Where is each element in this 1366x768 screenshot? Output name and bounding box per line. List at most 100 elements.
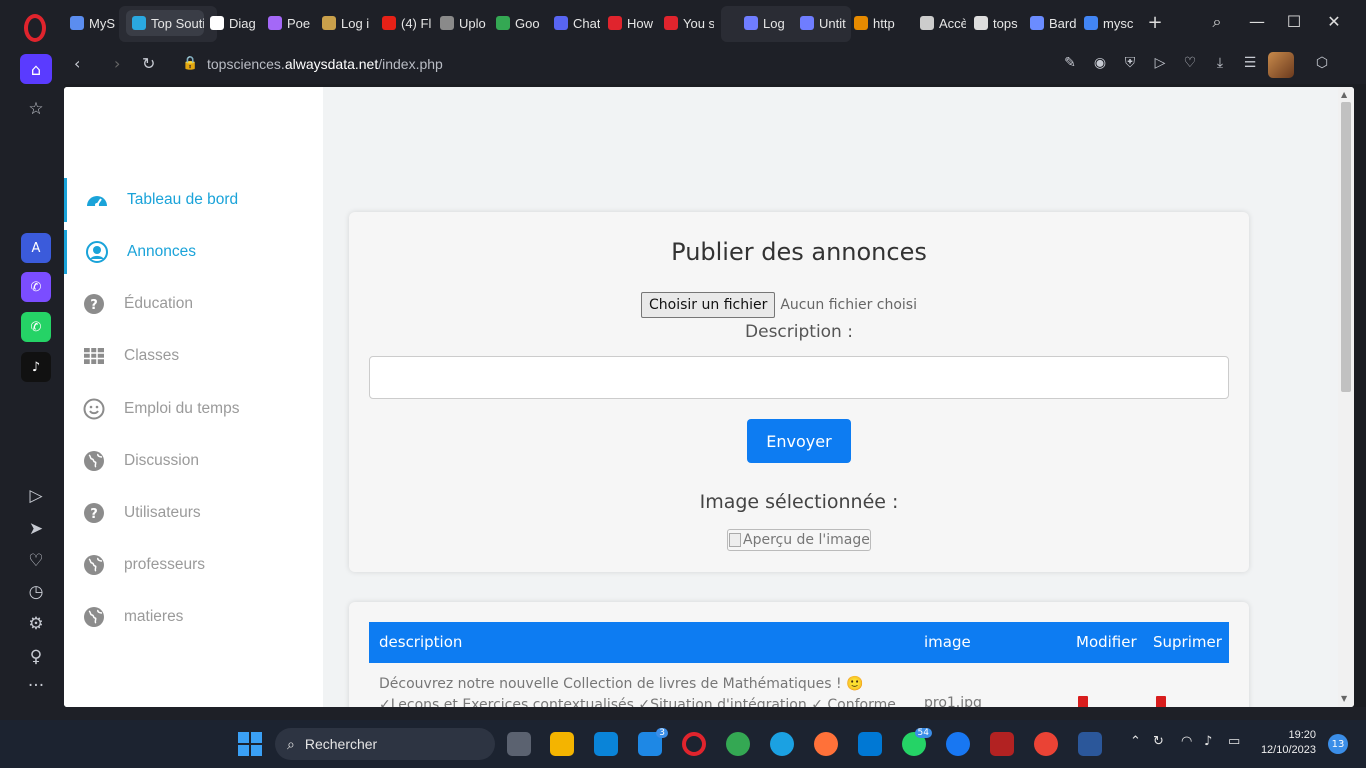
- store-icon[interactable]: [594, 732, 618, 756]
- edge-icon[interactable]: [770, 732, 794, 756]
- browser-tab[interactable]: Untit: [800, 10, 848, 36]
- history-icon[interactable]: ◷: [20, 578, 52, 606]
- tab-label: Log i: [341, 15, 370, 31]
- home-icon[interactable]: ⌂: [20, 54, 52, 84]
- messenger-icon[interactable]: ✆: [21, 272, 51, 302]
- sidebar-item[interactable]: ? Utilisateurs: [64, 491, 323, 535]
- chevron-up-icon[interactable]: ⌃: [1130, 734, 1141, 749]
- player-icon[interactable]: ▷: [20, 482, 52, 510]
- vscode-icon[interactable]: [858, 732, 882, 756]
- opera-icon[interactable]: [682, 732, 706, 756]
- browser-tab[interactable]: Top Souti: [126, 10, 204, 36]
- browser-tab[interactable]: Uplo: [440, 10, 488, 36]
- browser-tab[interactable]: You s: [664, 10, 714, 36]
- profile-avatar[interactable]: [1268, 52, 1294, 78]
- heart-icon[interactable]: ♡: [1180, 55, 1200, 71]
- browser-tab[interactable]: http: [854, 10, 912, 36]
- tab-favicon-icon: [920, 16, 934, 30]
- back-button[interactable]: ‹: [74, 54, 80, 73]
- tab-label: MyS: [89, 15, 115, 31]
- file-input[interactable]: Choisir un fichier Aucun fichier choisi: [641, 292, 917, 318]
- reload-button[interactable]: ↻: [142, 54, 155, 73]
- send-icon[interactable]: ➤: [20, 515, 52, 543]
- download-icon[interactable]: ⤓: [1210, 55, 1230, 71]
- browser-tab[interactable]: Goo: [496, 10, 546, 36]
- browser-tab[interactable]: Chat: [554, 10, 600, 36]
- forward-button[interactable]: ›: [114, 54, 120, 73]
- delete-trash-icon[interactable]: [1156, 696, 1166, 707]
- minimize-button[interactable]: —: [1246, 12, 1268, 31]
- sidebar-item[interactable]: professeurs: [64, 543, 323, 587]
- sidebar-item[interactable]: Tableau de bord: [64, 178, 323, 222]
- browser-tab[interactable]: Diag: [210, 10, 260, 36]
- extensions-icon[interactable]: ⬡: [1312, 55, 1332, 71]
- battery-icon[interactable]: ▭: [1228, 734, 1240, 749]
- sidebar-item[interactable]: Classes: [64, 334, 323, 378]
- url-field[interactable]: topsciences.alwaysdata.net/index.php: [207, 56, 443, 72]
- sidebar-item[interactable]: Emploi du temps: [64, 387, 323, 431]
- mail-icon[interactable]: 3: [638, 728, 668, 756]
- tiktok-icon[interactable]: ♪: [21, 352, 51, 382]
- browser-tab[interactable]: MyS: [70, 10, 116, 36]
- word-icon[interactable]: [1078, 732, 1102, 756]
- maximize-button[interactable]: ☐: [1283, 12, 1305, 31]
- wifi-icon[interactable]: ◠: [1181, 734, 1192, 749]
- star-icon[interactable]: ☆: [20, 95, 52, 123]
- taskbar-search[interactable]: ⌕ Rechercher: [275, 728, 495, 760]
- lightbulb-icon[interactable]: ♀: [20, 643, 52, 671]
- clock[interactable]: 19:20 12/10/2023: [1258, 728, 1316, 758]
- tab-label: Poe: [287, 15, 311, 31]
- firefox-icon[interactable]: [814, 732, 838, 756]
- volume-icon[interactable]: ♪: [1204, 734, 1212, 749]
- browser-tab[interactable]: How: [608, 10, 656, 36]
- description-input[interactable]: [369, 356, 1229, 399]
- browser-tab[interactable]: (4) Fl: [382, 10, 432, 36]
- browser-tab[interactable]: tops: [974, 10, 1022, 36]
- camera-icon[interactable]: ◉: [1090, 55, 1110, 71]
- file-explorer-icon[interactable]: [550, 732, 574, 756]
- heart-icon[interactable]: ♡: [20, 547, 52, 575]
- edit-icon[interactable]: ✎: [1060, 55, 1080, 71]
- new-tab-button[interactable]: +: [1144, 12, 1166, 33]
- settings-icon[interactable]: ⚙: [20, 610, 52, 638]
- browser-tab[interactable]: Accè: [920, 10, 966, 36]
- notification-badge[interactable]: 13: [1328, 734, 1348, 754]
- windows-start-icon[interactable]: [238, 732, 262, 756]
- close-window-button[interactable]: ✕: [1323, 12, 1345, 31]
- aria-app-icon[interactable]: A: [21, 233, 51, 263]
- scrollbar-thumb[interactable]: [1341, 102, 1351, 392]
- modify-trash-icon[interactable]: [1078, 696, 1088, 707]
- choose-file-button[interactable]: Choisir un fichier: [641, 292, 776, 318]
- chrome-icon[interactable]: [726, 732, 750, 756]
- app-icon[interactable]: [946, 732, 970, 756]
- sidebar-item[interactable]: Discussion: [64, 439, 323, 483]
- selected-image-label: Image sélectionnée :: [699, 491, 899, 513]
- browser-tab[interactable]: mysc: [1084, 10, 1136, 36]
- scroll-up-icon[interactable]: ▲: [1341, 90, 1347, 99]
- whatsapp-icon[interactable]: ✆: [21, 312, 51, 342]
- browser-tab[interactable]: Poe: [268, 10, 316, 36]
- opera-logo-icon[interactable]: [24, 14, 46, 42]
- sync-icon[interactable]: ↻: [1153, 734, 1164, 749]
- whatsapp-icon[interactable]: 54: [902, 728, 932, 756]
- sidebar-item[interactable]: matieres: [64, 595, 323, 639]
- search-tabs-icon[interactable]: ⌕: [1206, 12, 1228, 32]
- send-icon[interactable]: ▷: [1150, 55, 1170, 71]
- send-button[interactable]: Envoyer: [747, 419, 851, 463]
- filezilla-icon[interactable]: [990, 732, 1014, 756]
- page-scrollbar[interactable]: ▲ ▼: [1338, 87, 1354, 707]
- scroll-down-icon[interactable]: ▼: [1341, 694, 1347, 703]
- more-icon[interactable]: ···: [20, 672, 52, 700]
- sidebar-item[interactable]: Annonces: [64, 230, 323, 274]
- shield-icon[interactable]: ⛨: [1120, 55, 1140, 71]
- browser-tab[interactable]: Log i: [322, 10, 374, 36]
- tab-label: Bard: [1049, 15, 1077, 31]
- easy-setup-icon[interactable]: ☰: [1240, 55, 1260, 71]
- tab-favicon-icon: [70, 16, 84, 30]
- browser-tab[interactable]: Bard: [1030, 10, 1078, 36]
- sidebar-item[interactable]: ? Éducation: [64, 282, 323, 326]
- chrome-profile-icon[interactable]: [1034, 732, 1058, 756]
- description-label: Description :: [745, 322, 853, 342]
- task-view-icon[interactable]: [507, 732, 531, 756]
- browser-tab[interactable]: Log i: [744, 10, 788, 36]
